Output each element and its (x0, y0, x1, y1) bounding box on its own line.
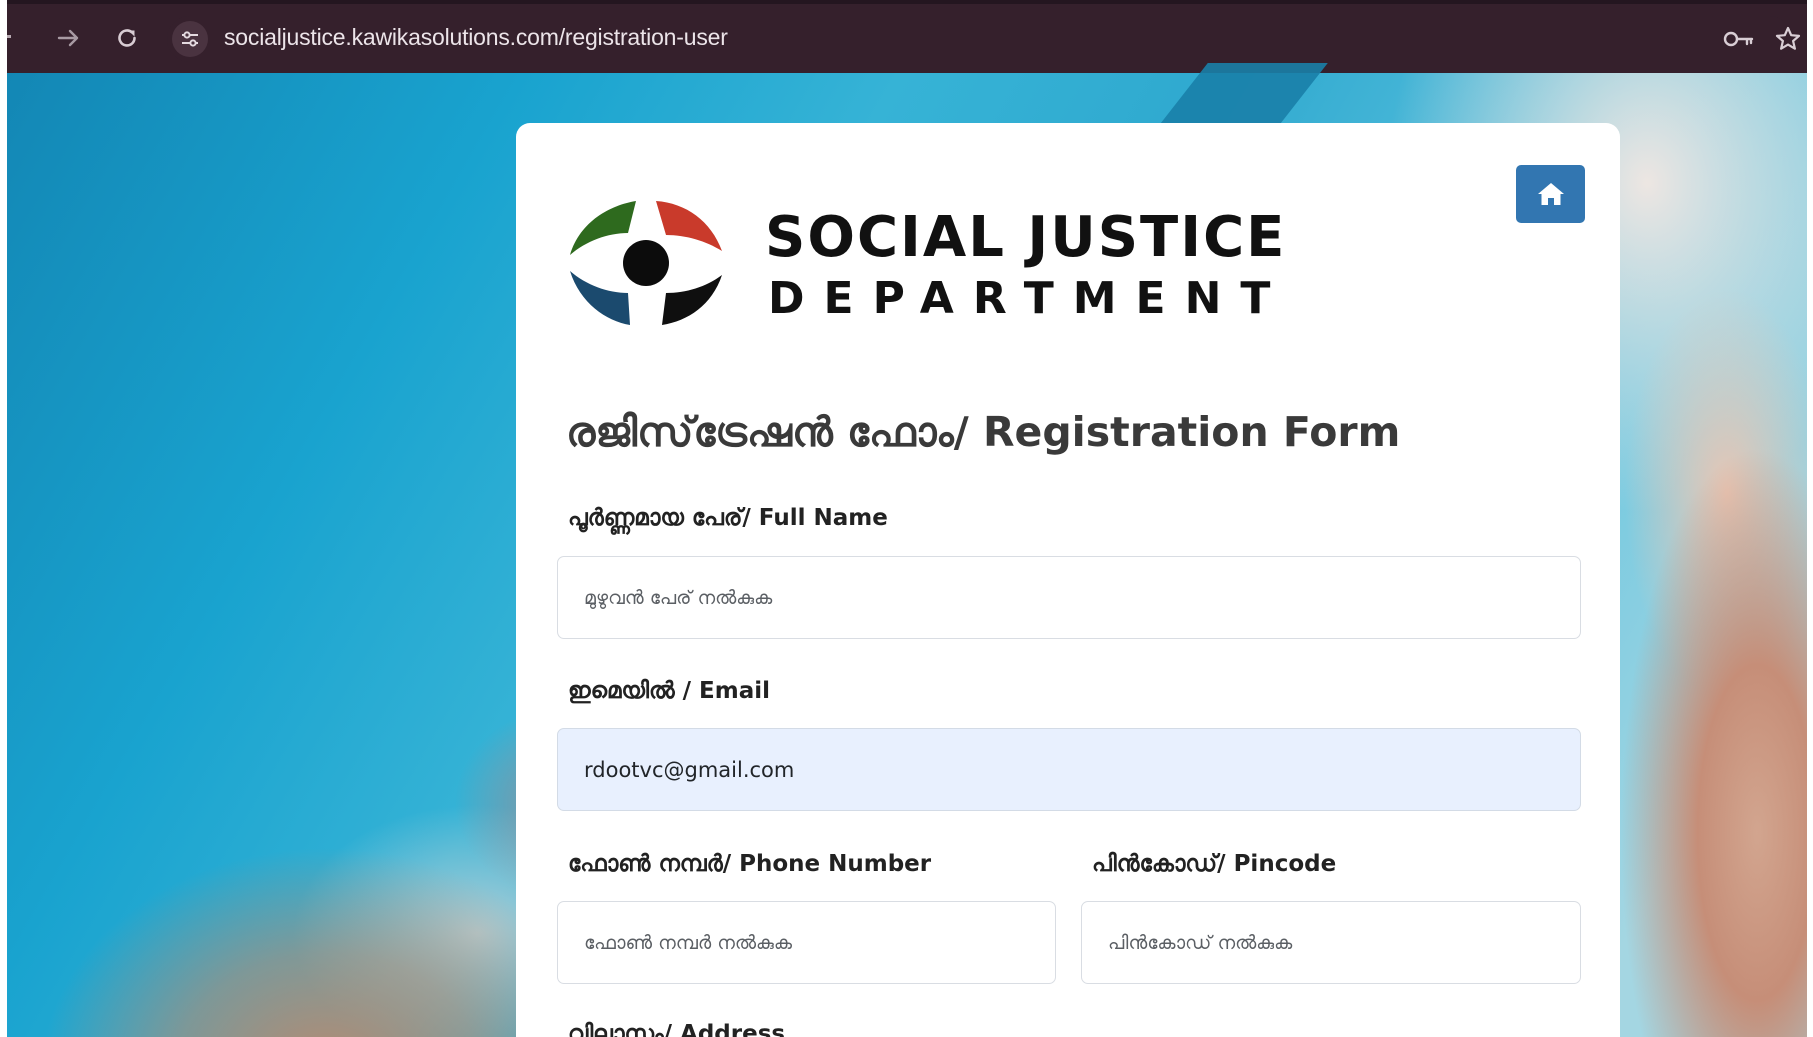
eye-emblem-icon (570, 201, 722, 325)
page-title: രജിസ്‌ട്രേഷൻ ഫോം/ Registration Form (566, 408, 1401, 456)
home-button[interactable] (1516, 165, 1585, 223)
url-text[interactable]: socialjustice.kawikasolutions.com/regist… (224, 24, 728, 51)
back-icon[interactable] (7, 35, 11, 38)
email-label: ഇമെയിൽ / Email (568, 678, 771, 704)
phone-label: ഫോൺ നമ്പർ/ Phone Number (568, 851, 932, 877)
home-icon (1537, 183, 1564, 205)
reload-icon[interactable] (109, 20, 145, 56)
address-label: വിലാസം/ Address (568, 1021, 786, 1037)
pincode-input[interactable] (1081, 901, 1581, 984)
logo-subtitle: DEPARTMENT (768, 273, 1290, 324)
browser-toolbar: socialjustice.kawikasolutions.com/regist… (7, 0, 1807, 73)
phone-input[interactable] (557, 901, 1056, 984)
full-name-label: പൂർണ്ണമായ പേര്/ Full Name (568, 505, 888, 531)
forward-icon[interactable] (51, 20, 87, 56)
logo-title: SOCIAL JUSTICE (765, 205, 1287, 270)
registration-card: SOCIAL JUSTICE DEPARTMENT രജിസ്‌ട്രേഷൻ ഫ… (516, 123, 1620, 1037)
password-key-icon[interactable] (1722, 22, 1756, 56)
site-info-icon[interactable] (172, 21, 208, 57)
browser-screen: socialjustice.kawikasolutions.com/regist… (7, 0, 1807, 1037)
email-input[interactable] (557, 728, 1581, 811)
bookmark-star-icon[interactable] (1771, 22, 1805, 56)
pincode-label: പിൻകോഡ്/ Pincode (1092, 851, 1337, 877)
full-name-input[interactable] (557, 556, 1581, 639)
